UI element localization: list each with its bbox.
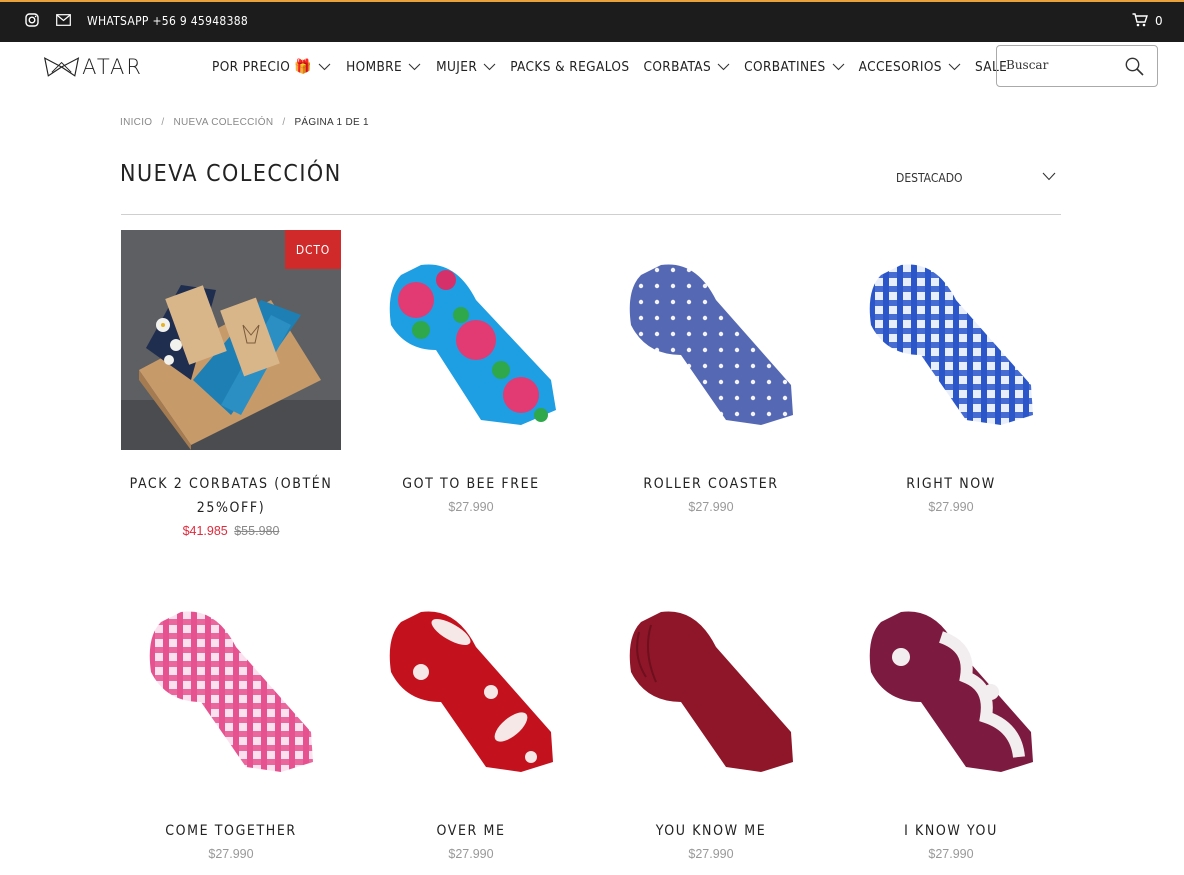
brand-logo[interactable]: ATAR [43,53,143,81]
product-card[interactable]: ROLLER COASTER $27.990 [601,230,821,514]
breadcrumb-separator: / [161,117,165,128]
product-name[interactable]: PACK 2 CORBATAS (OBTÉN 25%OFF) [121,472,341,520]
product-card[interactable]: RIGHT NOW $27.990 [841,230,1061,514]
product-name[interactable]: COME TOGETHER [121,819,341,843]
product-image[interactable] [361,577,581,797]
product-image[interactable] [601,577,821,797]
product-image[interactable] [601,230,821,450]
product-image[interactable] [121,577,341,797]
chevron-down-icon [832,63,845,71]
chevron-down-icon [948,63,961,71]
search-input[interactable] [1006,58,1116,72]
logo-text: ATAR [82,55,143,79]
tie-image-damask [869,611,1033,772]
product-image[interactable] [361,230,581,450]
breadcrumb-home[interactable]: INICIO [120,117,152,128]
product-price: $27.990 [688,847,734,861]
product-price: $27.990 [688,500,734,514]
discount-badge: DCTO [285,230,341,269]
nav-item-hombre[interactable]: HOMBRE [346,59,421,75]
chevron-down-icon [318,63,331,71]
sale-price: $41.985 [182,524,228,538]
whatsapp-link[interactable]: WHATSAPP +56 9 45948388 [87,14,248,28]
chevron-down-icon [408,63,421,71]
cart-icon[interactable] [1132,13,1148,27]
mail-icon[interactable] [56,14,71,26]
sort-dropdown[interactable]: DESTACADO [896,169,1056,187]
search-icon[interactable] [1125,57,1144,76]
product-price: $41.985 $55.980 [121,524,341,538]
tie-image-blue-plaid [869,264,1033,425]
top-bar: WHATSAPP +56 9 45948388 0 [0,0,1184,42]
product-price: $27.990 [208,847,254,861]
sort-label: DESTACADO [896,171,963,185]
chevron-down-icon [1042,172,1056,181]
product-name[interactable]: YOU KNOW ME [601,819,821,843]
nav-item-por-precio[interactable]: POR PRECIO 🎁 [212,59,331,75]
product-name[interactable]: RIGHT NOW [841,472,1061,496]
page-title: NUEVA COLECCIÓN [120,161,342,187]
breadcrumb-current: PÁGINA 1 DE 1 [294,117,369,128]
tie-image-floral-blue [389,264,556,425]
main-nav: POR PRECIO 🎁 HOMBRE MUJER PACKS & REGALO… [212,57,1007,77]
nav-item-accesorios[interactable]: ACCESORIOS [859,59,961,75]
cart-count[interactable]: 0 [1155,14,1163,28]
nav-item-corbatas[interactable]: CORBATAS [643,59,730,75]
product-name[interactable]: OVER ME [361,819,581,843]
divider [121,214,1061,215]
product-image[interactable]: DCTO [121,230,341,450]
breadcrumb-collection[interactable]: NUEVA COLECCIÓN [173,117,273,128]
product-name[interactable]: GOT TO BEE FREE [361,472,581,496]
product-price: $27.990 [448,500,494,514]
breadcrumb-separator: / [282,117,286,128]
product-card[interactable]: YOU KNOW ME $27.990 [601,577,821,861]
product-card[interactable]: I KNOW YOU $27.990 [841,577,1061,861]
tie-image-stars [629,264,793,425]
search-box [996,45,1158,87]
nav-item-packs-regalos[interactable]: PACKS & REGALOS [510,59,629,75]
product-price: $27.990 [448,847,494,861]
product-price: $27.990 [928,847,974,861]
tie-image-pink-plaid [149,611,313,772]
chevron-down-icon [483,63,496,71]
gift-icon: 🎁 [294,59,313,75]
logo-bowtie-icon [43,57,80,77]
product-card[interactable]: OVER ME $27.990 [361,577,581,861]
product-name[interactable]: I KNOW YOU [841,819,1061,843]
breadcrumb: INICIO / NUEVA COLECCIÓN / PÁGINA 1 DE 1 [120,117,369,128]
tie-image-red-floral [389,611,553,772]
chevron-down-icon [717,63,730,71]
product-card[interactable]: GOT TO BEE FREE $27.990 [361,230,581,514]
product-name[interactable]: ROLLER COASTER [601,472,821,496]
tie-image-burgundy [629,611,793,772]
product-image[interactable] [841,230,1061,450]
product-image[interactable] [841,577,1061,797]
original-price: $55.980 [234,524,280,538]
instagram-icon[interactable] [25,13,39,27]
nav-item-mujer[interactable]: MUJER [436,59,496,75]
product-card[interactable]: DCTO PACK 2 CORBATAS (OBTÉN 25%OFF) $41.… [121,230,341,538]
product-price: $27.990 [928,500,974,514]
nav-item-corbatines[interactable]: CORBATINES [744,59,845,75]
product-card[interactable]: COME TOGETHER $27.990 [121,577,341,861]
